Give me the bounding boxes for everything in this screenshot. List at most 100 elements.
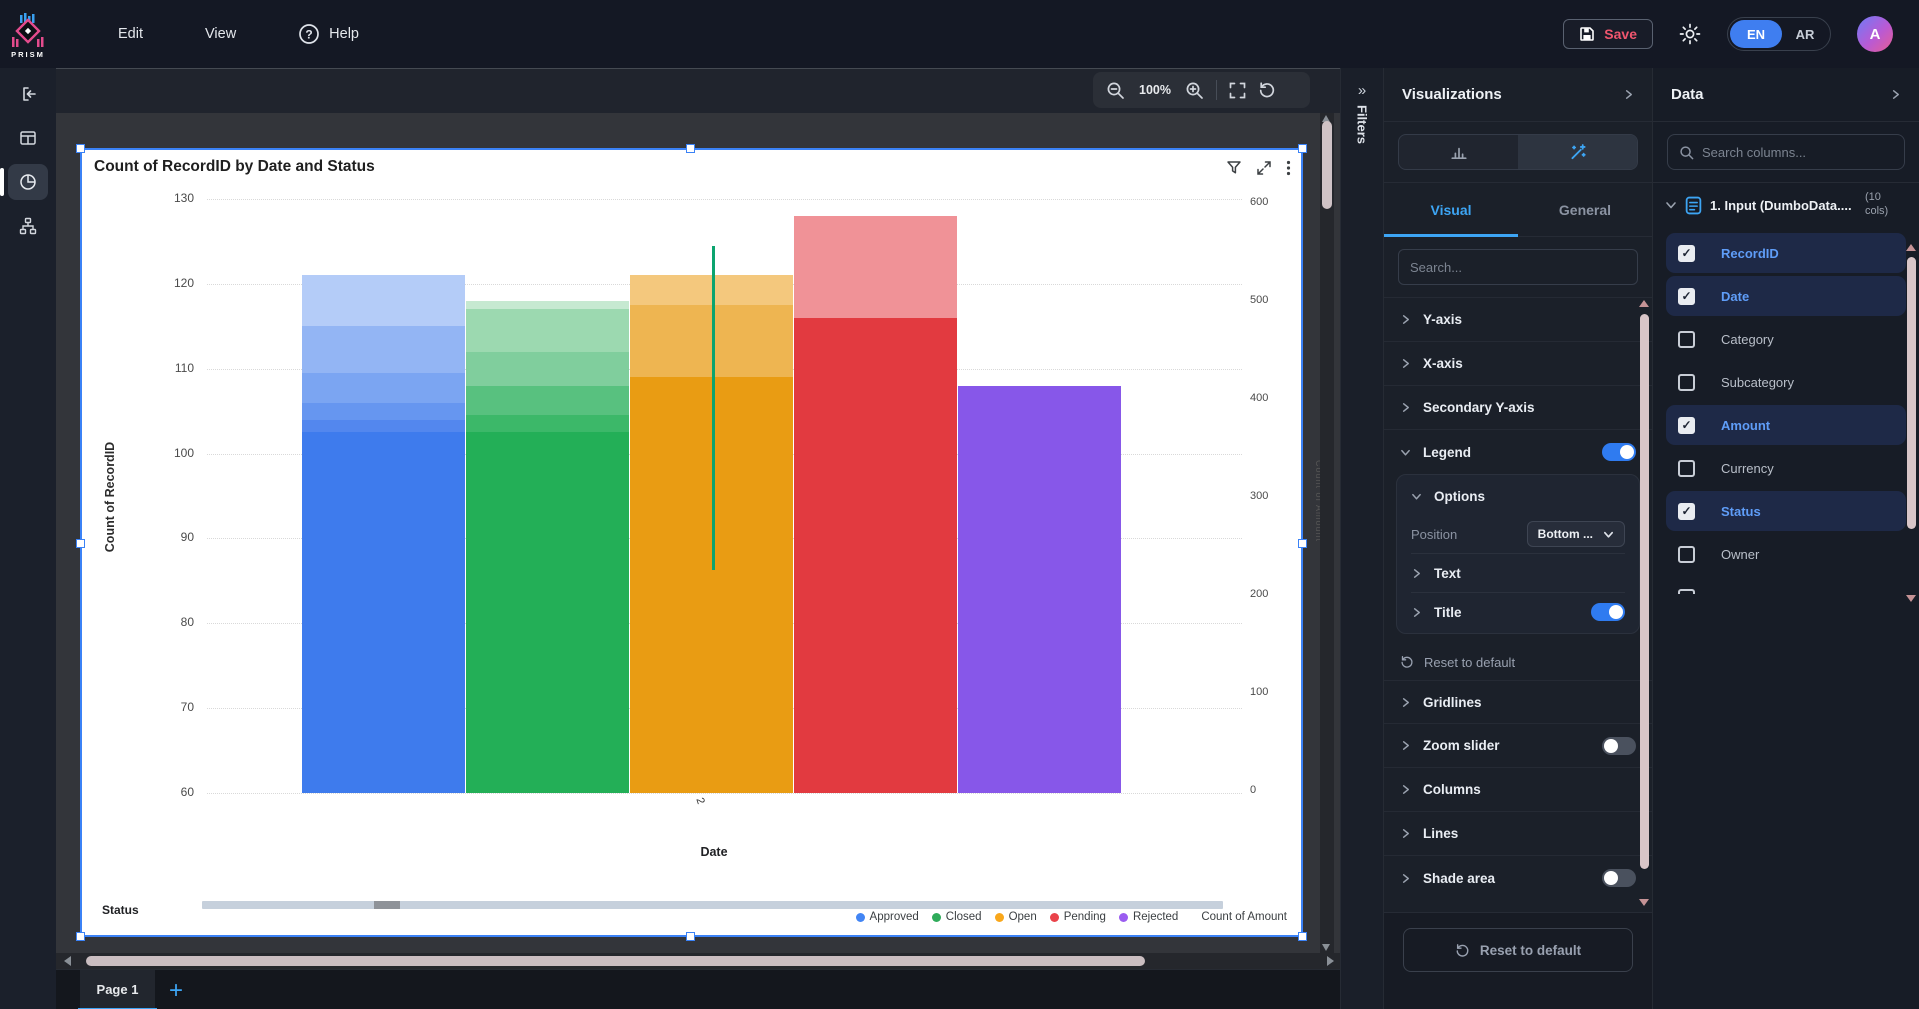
legend-scrollbar-thumb[interactable] xyxy=(374,901,400,909)
filter-funnel-icon[interactable] xyxy=(1226,160,1242,176)
scroll-down-arrow-icon[interactable] xyxy=(1322,944,1330,951)
scroll-up-arrow-icon[interactable] xyxy=(1906,244,1916,251)
column-row-owner[interactable]: Owner xyxy=(1666,534,1906,574)
horizontal-scrollbar-thumb[interactable] xyxy=(86,956,1145,966)
checkbox-recordid[interactable]: ✓ xyxy=(1678,245,1695,262)
count-of-amount-line[interactable] xyxy=(712,246,715,570)
bar-closed[interactable] xyxy=(466,301,629,793)
scroll-left-arrow-icon[interactable] xyxy=(64,956,71,966)
expand-chart-icon[interactable] xyxy=(1256,160,1272,176)
legend-item-approved[interactable]: Approved xyxy=(856,911,919,923)
checkbox-owner[interactable] xyxy=(1678,546,1695,563)
lang-ar-button[interactable]: AR xyxy=(1782,27,1828,42)
legend-item-rejected[interactable]: Rejected xyxy=(1119,911,1178,923)
column-search-input[interactable] xyxy=(1702,145,1893,160)
menu-help[interactable]: ? Help xyxy=(298,23,359,45)
scroll-down-arrow-icon[interactable] xyxy=(1639,899,1649,906)
tab-page-1[interactable]: Page 1 xyxy=(80,970,155,1008)
resize-handle-w[interactable] xyxy=(76,539,85,548)
add-page-button[interactable]: + xyxy=(156,970,196,1009)
language-toggle[interactable]: EN AR xyxy=(1727,17,1831,51)
resize-handle-se[interactable] xyxy=(1298,932,1307,941)
legend-item-closed[interactable]: Closed xyxy=(932,911,982,923)
expand-filters-icon[interactable]: » xyxy=(1341,82,1383,99)
section-gridlines[interactable]: Gridlines xyxy=(1384,680,1652,724)
section-lines[interactable]: Lines xyxy=(1384,812,1652,856)
theme-sun-icon[interactable] xyxy=(1679,23,1701,45)
chart-widget[interactable]: Count of RecordID by Date and Status Cou… xyxy=(80,148,1303,937)
resize-handle-sw[interactable] xyxy=(76,932,85,941)
resize-handle-nw[interactable] xyxy=(76,144,85,153)
column-row-date[interactable]: ✓Date xyxy=(1666,276,1906,316)
column-row-recordid[interactable]: ✓RecordID xyxy=(1666,233,1906,273)
zoom-out-icon[interactable] xyxy=(1106,81,1125,100)
zoom-in-icon[interactable] xyxy=(1185,81,1204,100)
tab-visual[interactable]: Visual xyxy=(1384,183,1518,236)
section-text[interactable]: Text xyxy=(1397,554,1639,592)
collapse-data-panel-icon[interactable] xyxy=(1890,89,1901,100)
filters-collapsed-panel[interactable]: » Filters xyxy=(1340,68,1383,1009)
position-select[interactable]: Bottom ... xyxy=(1527,521,1625,547)
section-x-axis[interactable]: X-axis xyxy=(1384,342,1652,386)
data-scrollbar-thumb[interactable] xyxy=(1907,257,1916,529)
scroll-up-arrow-icon[interactable] xyxy=(1639,300,1649,307)
tab-general[interactable]: General xyxy=(1518,183,1652,236)
viz-scrollbar-thumb[interactable] xyxy=(1640,314,1649,869)
legend-scrollbar[interactable] xyxy=(202,901,1223,909)
data-panel-scrollbar[interactable] xyxy=(1906,244,1917,602)
smart-visual-mode-button[interactable] xyxy=(1518,135,1637,169)
section-shade-area[interactable]: Shade area xyxy=(1384,856,1652,900)
shade-area-toggle[interactable] xyxy=(1602,869,1636,887)
checkbox-date[interactable]: ✓ xyxy=(1678,288,1695,305)
legend-item-open[interactable]: Open xyxy=(995,911,1037,923)
resize-handle-e[interactable] xyxy=(1298,539,1307,548)
legend-item-pending[interactable]: Pending xyxy=(1050,911,1106,923)
section-title[interactable]: Title xyxy=(1397,593,1639,631)
viz-panel-scrollbar[interactable] xyxy=(1639,300,1650,906)
menu-edit[interactable]: Edit xyxy=(118,26,143,42)
save-button[interactable]: Save xyxy=(1563,19,1653,49)
section-secondary-y-axis[interactable]: Secondary Y-axis xyxy=(1384,386,1652,430)
dataset-tree-item[interactable]: 1. Input (DumboData.... (10 cols) xyxy=(1653,183,1919,227)
column-search[interactable] xyxy=(1667,134,1905,170)
horizontal-scrollbar[interactable] xyxy=(56,953,1340,969)
column-row-amount[interactable]: ✓Amount xyxy=(1666,405,1906,445)
legend-toggle[interactable] xyxy=(1602,443,1636,461)
bar-approved[interactable] xyxy=(302,275,465,793)
flow-view-icon[interactable] xyxy=(8,208,48,244)
column-row-subcategory[interactable]: Subcategory xyxy=(1666,362,1906,402)
standard-chart-mode-button[interactable] xyxy=(1399,135,1518,169)
column-row-status[interactable]: ✓Status xyxy=(1666,491,1906,531)
section-columns[interactable]: Columns xyxy=(1384,768,1652,812)
viz-search[interactable] xyxy=(1398,249,1638,285)
scroll-down-arrow-icon[interactable] xyxy=(1906,595,1916,602)
reset-to-default-button[interactable]: Reset to default xyxy=(1403,928,1633,972)
fullscreen-icon[interactable] xyxy=(1229,82,1246,99)
chart-view-icon[interactable] xyxy=(8,164,48,200)
vertical-scrollbar-thumb[interactable] xyxy=(1322,121,1332,209)
avatar[interactable]: A xyxy=(1857,16,1893,52)
resize-handle-s[interactable] xyxy=(686,932,695,941)
legend-item-count-of-amount[interactable]: Count of Amount xyxy=(1201,911,1287,923)
scroll-right-arrow-icon[interactable] xyxy=(1327,956,1334,966)
reset-view-icon[interactable] xyxy=(1258,81,1276,99)
lang-en-button[interactable]: EN xyxy=(1730,20,1782,48)
zoom-slider-toggle[interactable] xyxy=(1602,737,1636,755)
bar-pending[interactable] xyxy=(794,216,957,793)
bar-rejected[interactable] xyxy=(958,386,1121,793)
column-row-currency[interactable]: Currency xyxy=(1666,448,1906,488)
column-row-category[interactable]: Category xyxy=(1666,319,1906,359)
chart-menu-kebab-icon[interactable] xyxy=(1286,160,1291,176)
legend-reset-link[interactable]: Reset to default xyxy=(1384,644,1652,680)
section-zoom-slider[interactable]: Zoom slider xyxy=(1384,724,1652,768)
section-legend[interactable]: Legend xyxy=(1384,430,1652,474)
collapse-panel-icon[interactable] xyxy=(8,76,48,112)
collapse-visualizations-icon[interactable] xyxy=(1623,89,1634,100)
viz-search-input[interactable] xyxy=(1410,260,1626,275)
checkbox-currency[interactable] xyxy=(1678,460,1695,477)
resize-handle-n[interactable] xyxy=(686,144,695,153)
checkbox-amount[interactable]: ✓ xyxy=(1678,417,1695,434)
layout-view-icon[interactable] xyxy=(8,120,48,156)
vertical-scrollbar[interactable] xyxy=(1320,113,1334,953)
resize-handle-ne[interactable] xyxy=(1298,144,1307,153)
